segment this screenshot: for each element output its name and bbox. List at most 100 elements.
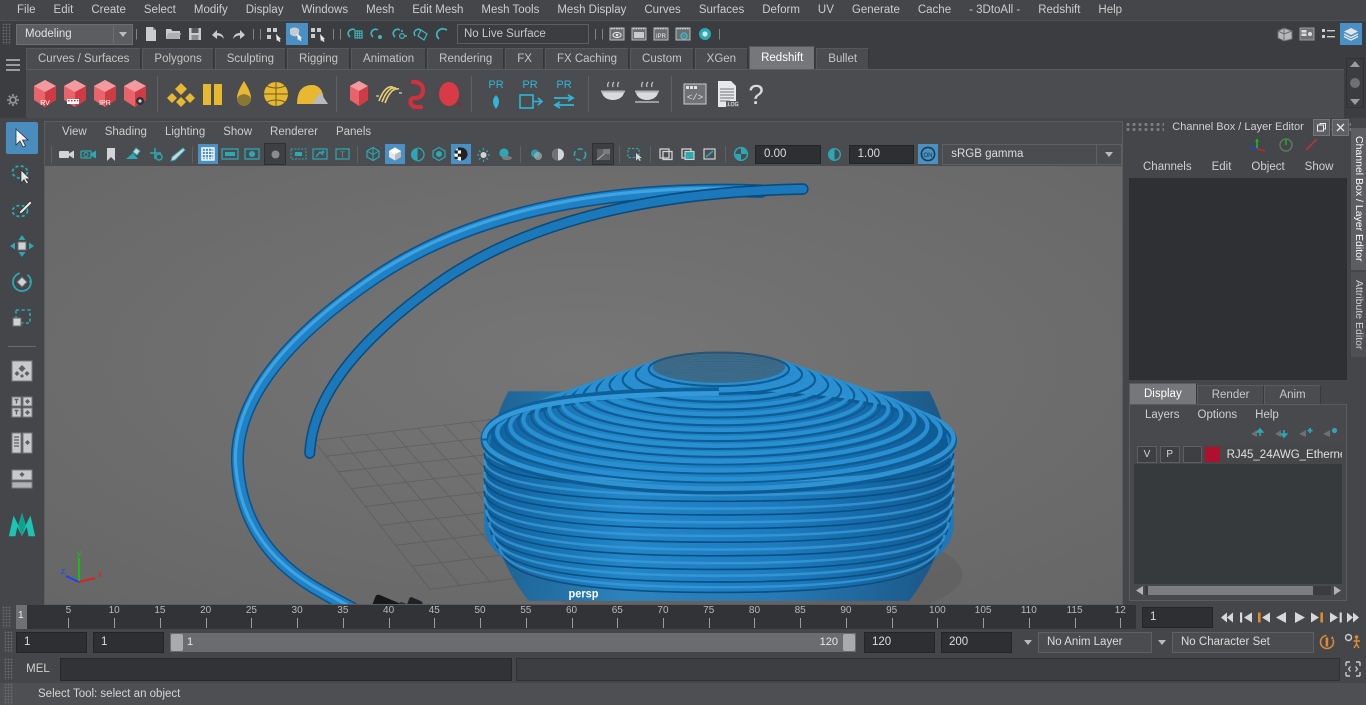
new-scene-icon[interactable] — [140, 23, 162, 45]
menu-help[interactable]: Help — [1089, 0, 1131, 20]
shelf-tab-redshift[interactable]: Redshift — [749, 46, 816, 69]
shelf-tab-fx[interactable]: FX — [505, 48, 544, 69]
layer-list[interactable]: V P RJ45_24AWG_Ethernet — [1134, 445, 1342, 584]
rs-ramp-icon[interactable] — [197, 76, 229, 112]
menu-select[interactable]: Select — [135, 0, 185, 20]
select-hierarchy-icon[interactable] — [264, 23, 286, 45]
channel-box-icon[interactable] — [1318, 23, 1340, 45]
layer-name[interactable]: RJ45_24AWG_Ethernet — [1223, 449, 1342, 461]
use-all-lights-icon[interactable] — [473, 144, 493, 164]
time-cursor[interactable]: 1 — [16, 605, 27, 629]
menu-edit[interactable]: Edit — [45, 0, 83, 20]
menu-mesh[interactable]: Mesh — [357, 0, 403, 20]
time-slider-grip[interactable] — [2, 606, 11, 628]
redshift-render-sequence-icon[interactable] — [60, 76, 90, 112]
two-d-pan-zoom-icon[interactable] — [145, 144, 165, 164]
undo-icon[interactable] — [206, 23, 228, 45]
layer-list-scrollbar[interactable] — [1134, 584, 1342, 597]
close-icon[interactable] — [1332, 119, 1349, 136]
menu-mesh-display[interactable]: Mesh Display — [548, 0, 635, 20]
character-set-chevron-down-icon[interactable] — [1152, 633, 1172, 652]
menu-file[interactable]: File — [8, 0, 45, 20]
rs-export-pr-icon[interactable]: PR — [513, 74, 547, 114]
undock-icon[interactable] — [1313, 119, 1330, 136]
move-layer-up-icon[interactable] — [1250, 427, 1266, 442]
manipulator-axis-icon[interactable] — [1249, 137, 1269, 156]
help-line-grip[interactable] — [4, 683, 13, 705]
scroll-thumb[interactable] — [1148, 586, 1313, 595]
render-frame-icon[interactable] — [628, 23, 650, 45]
shelf-tab-rendering[interactable]: Rendering — [427, 48, 505, 69]
ipr-render-icon[interactable]: IPR — [650, 23, 672, 45]
range-left-handle[interactable] — [171, 633, 183, 651]
redshift-render-settings-icon[interactable] — [120, 76, 150, 112]
resolution-gate-icon[interactable] — [242, 144, 262, 164]
range-slider-bar[interactable]: 1 120 — [170, 632, 856, 652]
tab-render[interactable]: Render — [1196, 385, 1265, 404]
step-back-key-icon[interactable] — [1237, 608, 1254, 627]
range-start-time-field[interactable]: 1 — [93, 631, 164, 653]
rs-light-dome-icon[interactable] — [229, 76, 259, 112]
gate-mask-icon[interactable] — [264, 143, 286, 165]
menu-set-selector[interactable]: Modeling — [16, 23, 133, 45]
render-view-icon[interactable] — [606, 23, 628, 45]
menu-windows[interactable]: Windows — [292, 0, 357, 20]
quick-layout-hypershade-persp-button[interactable] — [6, 463, 38, 495]
color-management-toggle-icon[interactable] — [592, 143, 614, 165]
menu-surfaces[interactable]: Surfaces — [690, 0, 753, 20]
shelf-menu-icon[interactable] — [6, 59, 20, 71]
scroll-up-icon[interactable] — [1350, 60, 1360, 67]
layer-editor-icon[interactable] — [1340, 23, 1362, 45]
rs-material-icon[interactable] — [165, 76, 197, 112]
rs-log-icon[interactable]: .LOG — [711, 76, 743, 112]
channels-menu[interactable]: Channels — [1133, 157, 1202, 177]
step-forward-key-icon[interactable] — [1327, 608, 1344, 627]
shelf-tab-animation[interactable]: Animation — [351, 48, 427, 69]
layer-row[interactable]: V P RJ45_24AWG_Ethernet — [1134, 445, 1342, 464]
anim-layer-selector[interactable]: No Anim Layer — [1038, 631, 1152, 653]
color-space-field[interactable]: sRGB gamma — [942, 143, 1098, 165]
animation-preferences-icon[interactable] — [1344, 633, 1362, 651]
shelf-tab-sculpting[interactable]: Sculpting — [214, 48, 287, 69]
rotate-tool-button[interactable] — [6, 266, 38, 298]
character-set-selector[interactable]: No Character Set — [1172, 631, 1314, 653]
rs-proxy-pr-icon[interactable]: PR — [479, 74, 513, 114]
move-layer-down-icon[interactable] — [1274, 427, 1290, 442]
side-tab-attribute-editor[interactable]: Attribute Editor — [1351, 271, 1366, 357]
xray-joints-toggle-icon[interactable] — [700, 144, 720, 164]
tab-anim[interactable]: Anim — [1264, 385, 1321, 404]
status-line-grip[interactable] — [2, 23, 11, 45]
menu-modify[interactable]: Modify — [185, 0, 237, 20]
gamma-icon[interactable] — [825, 144, 845, 164]
viewport-menu-panels[interactable]: Panels — [327, 123, 380, 141]
select-object-icon[interactable] — [286, 23, 308, 45]
rs-sphere-light-icon[interactable] — [259, 76, 293, 112]
move-tool-button[interactable] — [6, 230, 38, 262]
texture-shading-icon[interactable] — [429, 144, 449, 164]
play-backwards-icon[interactable] — [1273, 608, 1290, 627]
current-frame-field[interactable]: 1 — [1142, 606, 1213, 628]
scroll-handle[interactable] — [1350, 77, 1360, 88]
select-camera-icon[interactable] — [57, 144, 77, 164]
color-management-on-icon[interactable]: ON — [918, 144, 939, 164]
menu-create[interactable]: Create — [82, 0, 135, 20]
viewport-menu-shading[interactable]: Shading — [96, 123, 156, 141]
rs-area-light-icon[interactable] — [293, 76, 329, 112]
redshift-ipr-icon[interactable]: IPR — [90, 76, 120, 112]
shelf-tab-custom[interactable]: Custom — [630, 48, 694, 69]
rs-volume-icon[interactable] — [344, 76, 374, 112]
viewport-menu-show[interactable]: Show — [214, 123, 261, 141]
menu-curves[interactable]: Curves — [635, 0, 689, 20]
rs-hair-icon[interactable] — [374, 76, 404, 112]
time-slider[interactable]: 1 5 10 15 20 25 30 35 40 45 50 55 60 65 70 75 80 85 90 95 1… — [16, 605, 1136, 629]
save-scene-icon[interactable] — [184, 23, 206, 45]
rs-sphere-icon[interactable] — [434, 76, 464, 112]
quick-layout-persp-button[interactable] — [6, 355, 38, 387]
channel-box-content[interactable] — [1129, 178, 1347, 380]
object-menu[interactable]: Object — [1241, 157, 1294, 177]
rs-bake-icon[interactable] — [596, 76, 630, 112]
hypershade-icon[interactable] — [694, 23, 716, 45]
lasso-select-tool-button[interactable] — [6, 158, 38, 190]
exposure-icon[interactable] — [731, 144, 751, 164]
rs-switch-pr-icon[interactable]: PR — [547, 74, 581, 114]
